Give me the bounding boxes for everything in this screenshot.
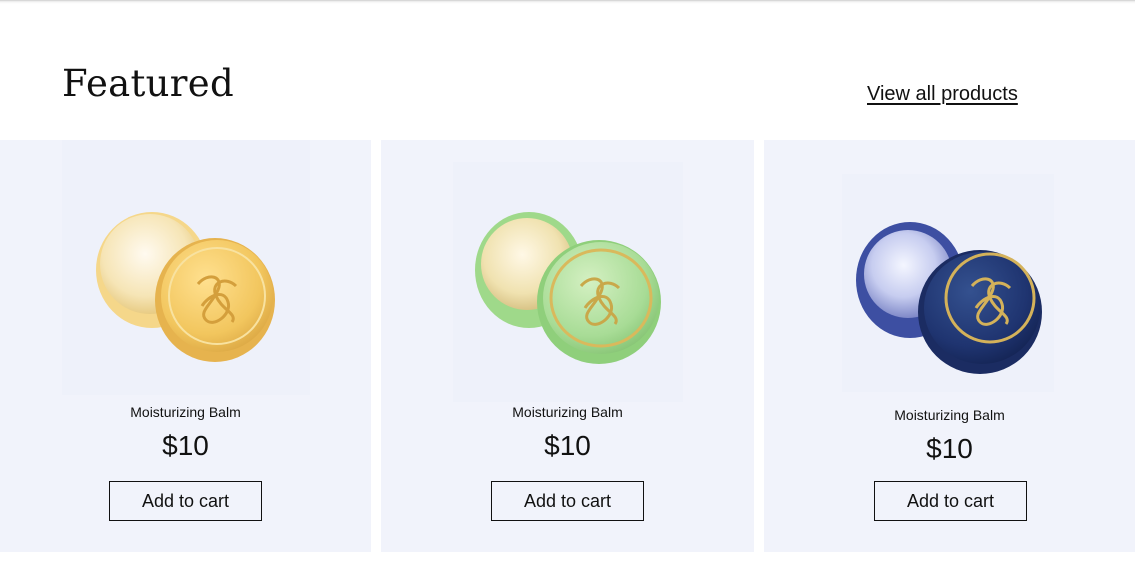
add-to-cart-button[interactable]: Add to cart — [109, 481, 262, 521]
section-title: Featured — [62, 62, 234, 105]
product-card[interactable]: Moisturizing Balm $10 Add to cart — [0, 140, 371, 552]
product-card[interactable]: Moisturizing Balm $10 Add to cart — [381, 140, 754, 552]
product-price: $10 — [926, 433, 973, 464]
add-to-cart-button[interactable]: Add to cart — [874, 481, 1027, 521]
product-name[interactable]: Moisturizing Balm — [0, 404, 371, 420]
product-price: $10 — [162, 430, 209, 461]
product-card[interactable]: Moisturizing Balm $10 Add to cart — [764, 140, 1135, 552]
product-image[interactable] — [852, 216, 1047, 376]
product-price: $10 — [544, 430, 591, 461]
header-shadow — [0, 0, 1135, 4]
product-name[interactable]: Moisturizing Balm — [764, 407, 1135, 423]
add-to-cart-button[interactable]: Add to cart — [491, 481, 644, 521]
product-name[interactable]: Moisturizing Balm — [381, 404, 754, 420]
product-image[interactable] — [90, 202, 285, 367]
view-all-products-link[interactable]: View all products — [867, 83, 1018, 106]
product-image[interactable] — [469, 206, 669, 371]
